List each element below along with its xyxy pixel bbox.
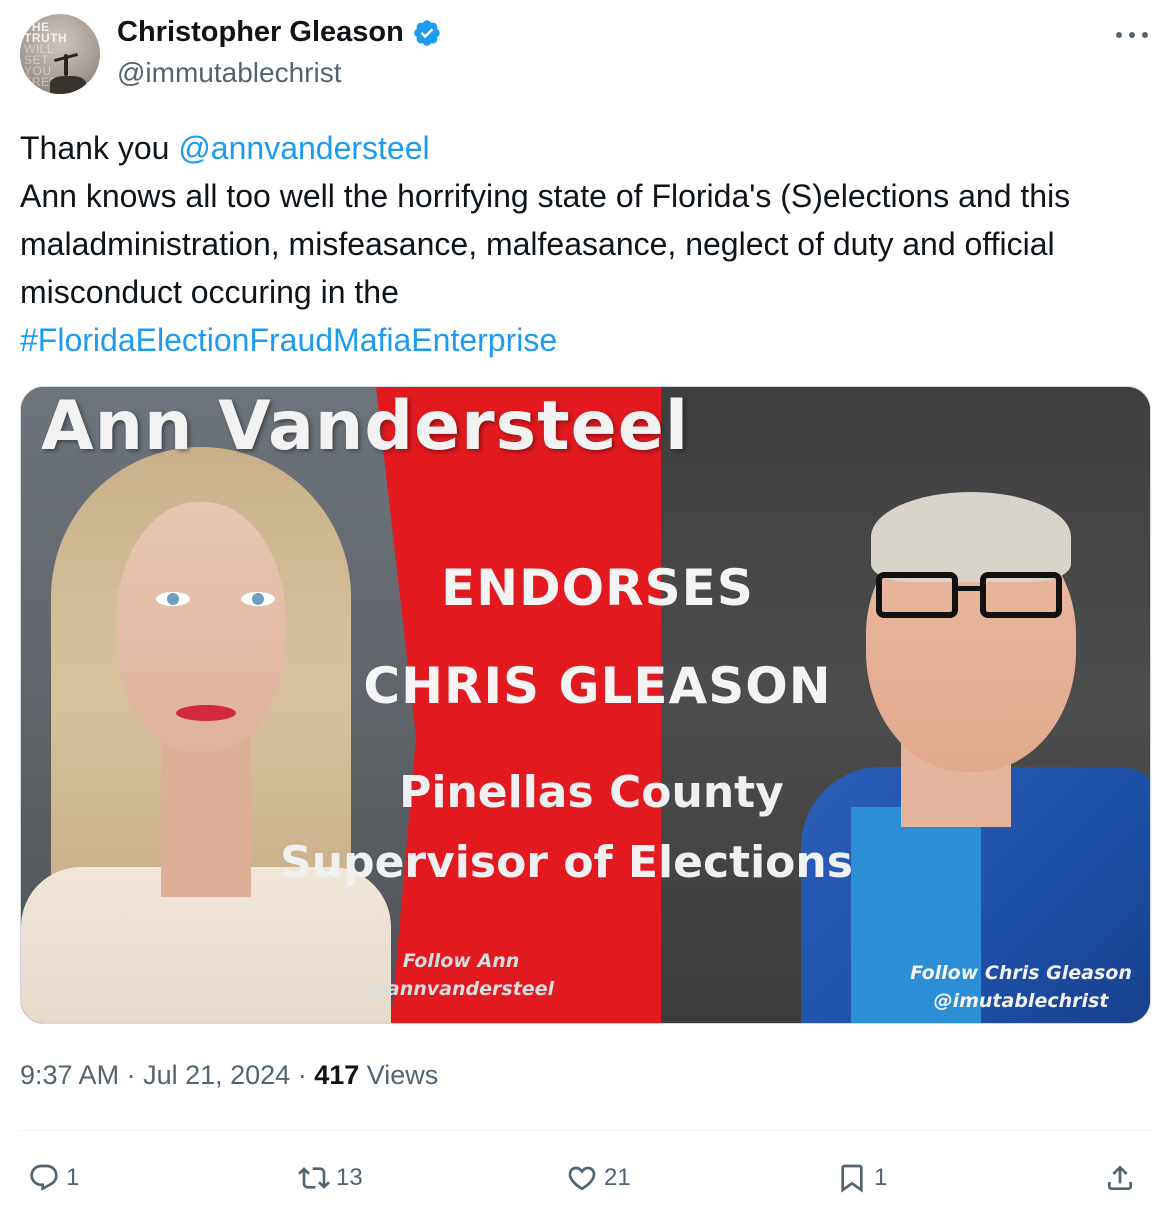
hashtag-link[interactable]: #FloridaElectionFraudMafiaEnterprise xyxy=(20,322,557,358)
share-icon xyxy=(1108,1165,1132,1190)
tweet-text: Thank you @annvandersteel Ann knows all … xyxy=(20,124,1150,364)
display-name[interactable]: Christopher Gleason xyxy=(117,16,404,49)
avatar-rock xyxy=(50,76,86,94)
tweet-time[interactable]: 9:37 AM xyxy=(20,1060,119,1090)
bookmark-button[interactable]: 1 xyxy=(836,1158,887,1198)
divider xyxy=(20,1130,1151,1131)
more-options-button[interactable] xyxy=(1112,18,1152,48)
views-label: Views xyxy=(359,1060,439,1090)
avatar[interactable]: THE TRUTH WILL SET YOU FREE xyxy=(20,14,100,94)
reply-button[interactable]: 1 xyxy=(28,1158,79,1198)
poster-title: Ann Vandersteel xyxy=(41,387,690,466)
mention-link[interactable]: @annvandersteel xyxy=(178,130,429,166)
tweet: THE TRUTH WILL SET YOU FREE Christopher … xyxy=(0,0,1174,1216)
more-dot-icon xyxy=(1142,32,1148,38)
reply-icon xyxy=(30,1164,58,1191)
poster-follow-ann: Follow Ann @annvandersteel xyxy=(367,950,555,1000)
poster-follow-chris: Follow Chris Gleason @imutablechrist xyxy=(910,962,1132,1012)
poster-office: Supervisor of Elections xyxy=(280,837,853,888)
share-button[interactable] xyxy=(1104,1158,1136,1198)
tweet-text-body: Ann knows all too well the horrifying st… xyxy=(20,178,1080,310)
repost-count: 13 xyxy=(336,1164,363,1191)
tweet-date[interactable]: Jul 21, 2024 xyxy=(143,1060,290,1090)
tweet-media-image[interactable]: Ann Vandersteel ENDORSES CHRIS GLEASON P… xyxy=(20,386,1151,1024)
verified-badge-icon xyxy=(414,19,440,46)
repost-icon xyxy=(298,1167,330,1189)
more-dot-icon xyxy=(1116,32,1122,38)
tweet-meta: 9:37 AM · Jul 21, 2024 · 417 Views xyxy=(20,1060,439,1090)
like-button[interactable]: 21 xyxy=(566,1158,631,1198)
reply-count: 1 xyxy=(66,1164,80,1191)
views-count: 417 xyxy=(314,1060,360,1090)
heart-icon xyxy=(568,1166,596,1191)
poster-candidate-name: CHRIS GLEASON xyxy=(363,657,832,715)
bookmark-count: 1 xyxy=(874,1164,888,1191)
like-count: 21 xyxy=(604,1164,631,1191)
more-dot-icon xyxy=(1129,32,1135,38)
author-name-row: Christopher Gleason xyxy=(117,16,442,49)
tweet-text-prefix: Thank you xyxy=(20,130,179,166)
author-handle[interactable]: @immutablechrist xyxy=(117,57,341,89)
bookmark-icon xyxy=(841,1164,863,1193)
poster-endorses: ENDORSES xyxy=(441,559,754,617)
poster-county: Pinellas County xyxy=(399,767,784,818)
repost-button[interactable]: 13 xyxy=(298,1158,363,1198)
